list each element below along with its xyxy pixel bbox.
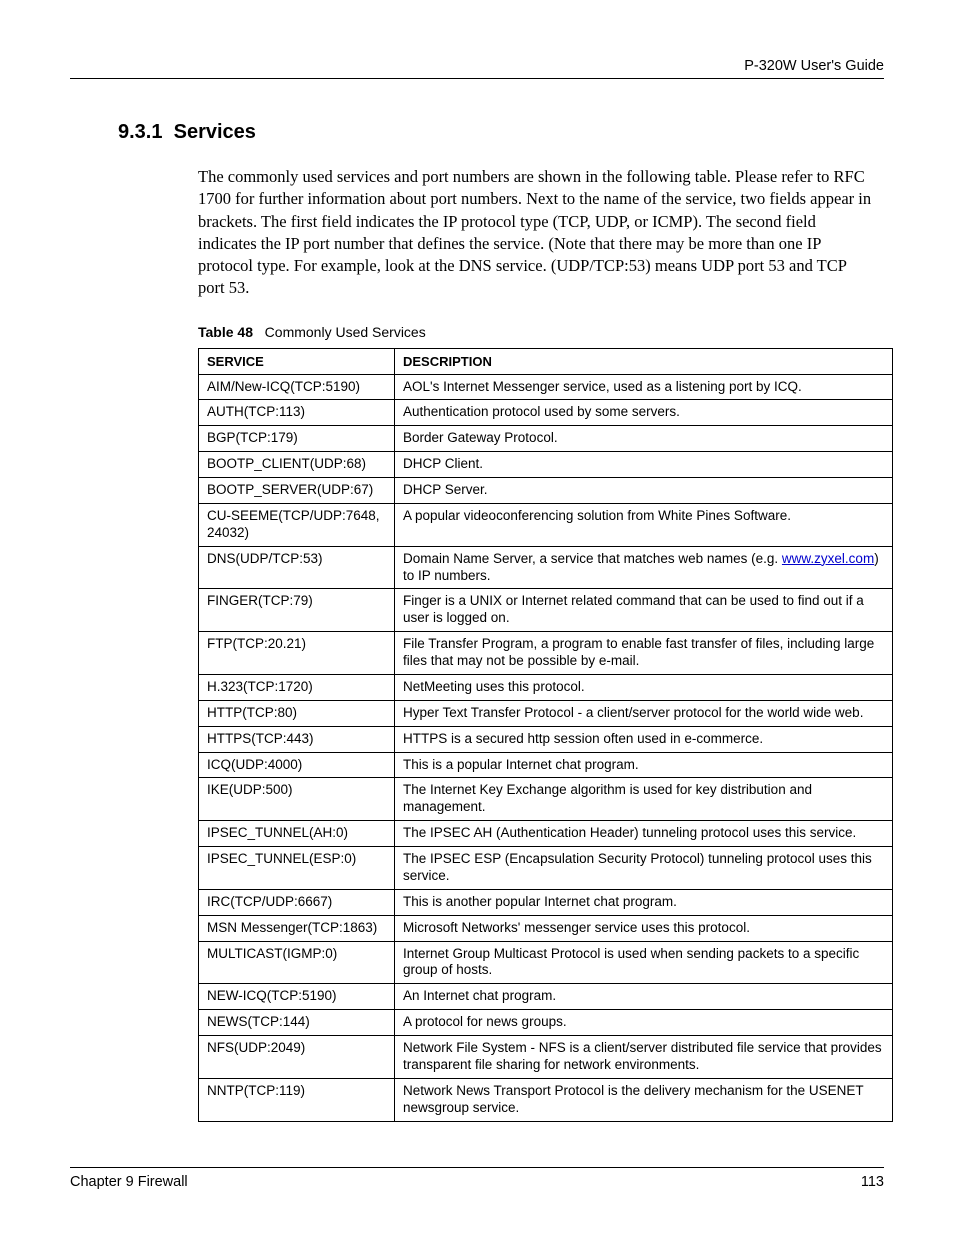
- description-cell: Border Gateway Protocol.: [395, 426, 893, 452]
- description-cell: AOL's Internet Messenger service, used a…: [395, 374, 893, 400]
- table-row: FTP(TCP:20.21)File Transfer Program, a p…: [199, 632, 893, 675]
- description-cell: The IPSEC AH (Authentication Header) tun…: [395, 821, 893, 847]
- table-row: NEWS(TCP:144)A protocol for news groups.: [199, 1010, 893, 1036]
- description-cell: Network News Transport Protocol is the d…: [395, 1078, 893, 1121]
- description-cell: Domain Name Server, a service that match…: [395, 546, 893, 589]
- table-row: NEW-ICQ(TCP:5190)An Internet chat progra…: [199, 984, 893, 1010]
- description-cell: This is another popular Internet chat pr…: [395, 889, 893, 915]
- description-cell: The IPSEC ESP (Encapsulation Security Pr…: [395, 847, 893, 890]
- description-cell: DHCP Server.: [395, 478, 893, 504]
- description-cell: Authentication protocol used by some ser…: [395, 400, 893, 426]
- table-row: BOOTP_SERVER(UDP:67)DHCP Server.: [199, 478, 893, 504]
- table-row: ICQ(UDP:4000)This is a popular Internet …: [199, 752, 893, 778]
- table-row: AIM/New-ICQ(TCP:5190)AOL's Internet Mess…: [199, 374, 893, 400]
- table-header-row: SERVICE DESCRIPTION: [199, 348, 893, 374]
- description-cell: This is a popular Internet chat program.: [395, 752, 893, 778]
- service-cell: IRC(TCP/UDP:6667): [199, 889, 395, 915]
- section-heading: 9.3.1 Services: [118, 121, 884, 144]
- guide-title: P-320W User's Guide: [744, 58, 884, 74]
- description-cell: NetMeeting uses this protocol.: [395, 674, 893, 700]
- service-cell: FINGER(TCP:79): [199, 589, 395, 632]
- table-row: NFS(UDP:2049)Network File System - NFS i…: [199, 1036, 893, 1079]
- intro-paragraph: The commonly used services and port numb…: [198, 166, 874, 300]
- table-row: IPSEC_TUNNEL(ESP:0)The IPSEC ESP (Encaps…: [199, 847, 893, 890]
- page-footer: Chapter 9 Firewall 113: [70, 1167, 884, 1190]
- service-cell: NFS(UDP:2049): [199, 1036, 395, 1079]
- service-cell: MSN Messenger(TCP:1863): [199, 915, 395, 941]
- table-row: DNS(UDP/TCP:53)Domain Name Server, a ser…: [199, 546, 893, 589]
- table-row: IRC(TCP/UDP:6667)This is another popular…: [199, 889, 893, 915]
- description-cell: A popular videoconferencing solution fro…: [395, 503, 893, 546]
- table-row: BOOTP_CLIENT(UDP:68)DHCP Client.: [199, 452, 893, 478]
- page-header: P-320W User's Guide: [70, 58, 884, 79]
- table-row: NNTP(TCP:119)Network News Transport Prot…: [199, 1078, 893, 1121]
- table-row: IKE(UDP:500)The Internet Key Exchange al…: [199, 778, 893, 821]
- table-row: H.323(TCP:1720)NetMeeting uses this prot…: [199, 674, 893, 700]
- description-cell: An Internet chat program.: [395, 984, 893, 1010]
- service-cell: CU-SEEME(TCP/UDP:7648, 24032): [199, 503, 395, 546]
- footer-page-number: 113: [861, 1174, 884, 1190]
- table-row: AUTH(TCP:113)Authentication protocol use…: [199, 400, 893, 426]
- section-number: 9.3.1: [118, 121, 162, 143]
- service-cell: BOOTP_CLIENT(UDP:68): [199, 452, 395, 478]
- service-cell: DNS(UDP/TCP:53): [199, 546, 395, 589]
- table-row: HTTPS(TCP:443)HTTPS is a secured http se…: [199, 726, 893, 752]
- service-cell: IKE(UDP:500): [199, 778, 395, 821]
- service-cell: AUTH(TCP:113): [199, 400, 395, 426]
- table-row: FINGER(TCP:79)Finger is a UNIX or Intern…: [199, 589, 893, 632]
- service-cell: AIM/New-ICQ(TCP:5190): [199, 374, 395, 400]
- table-title: Commonly Used Services: [265, 324, 426, 340]
- description-cell: The Internet Key Exchange algorithm is u…: [395, 778, 893, 821]
- service-cell: ICQ(UDP:4000): [199, 752, 395, 778]
- description-cell: Finger is a UNIX or Internet related com…: [395, 589, 893, 632]
- table-row: MSN Messenger(TCP:1863)Microsoft Network…: [199, 915, 893, 941]
- description-cell: Internet Group Multicast Protocol is use…: [395, 941, 893, 984]
- description-cell: A protocol for news groups.: [395, 1010, 893, 1036]
- table-caption: Table 48 Commonly Used Services: [198, 324, 884, 340]
- service-cell: BGP(TCP:179): [199, 426, 395, 452]
- service-cell: IPSEC_TUNNEL(ESP:0): [199, 847, 395, 890]
- service-cell: NEWS(TCP:144): [199, 1010, 395, 1036]
- service-cell: NNTP(TCP:119): [199, 1078, 395, 1121]
- table-row: MULTICAST(IGMP:0)Internet Group Multicas…: [199, 941, 893, 984]
- footer-chapter: Chapter 9 Firewall: [70, 1174, 188, 1190]
- service-cell: NEW-ICQ(TCP:5190): [199, 984, 395, 1010]
- service-cell: BOOTP_SERVER(UDP:67): [199, 478, 395, 504]
- table-number: Table 48: [198, 324, 253, 340]
- section-title: Services: [174, 121, 256, 143]
- zyxel-link[interactable]: www.zyxel.com: [782, 551, 874, 566]
- service-cell: FTP(TCP:20.21): [199, 632, 395, 675]
- service-cell: H.323(TCP:1720): [199, 674, 395, 700]
- service-cell: MULTICAST(IGMP:0): [199, 941, 395, 984]
- description-cell: Network File System - NFS is a client/se…: [395, 1036, 893, 1079]
- description-cell: Hyper Text Transfer Protocol - a client/…: [395, 700, 893, 726]
- column-header-description: DESCRIPTION: [395, 348, 893, 374]
- table-row: BGP(TCP:179)Border Gateway Protocol.: [199, 426, 893, 452]
- column-header-service: SERVICE: [199, 348, 395, 374]
- service-cell: HTTP(TCP:80): [199, 700, 395, 726]
- services-table: SERVICE DESCRIPTION AIM/New-ICQ(TCP:5190…: [198, 348, 893, 1122]
- table-row: IPSEC_TUNNEL(AH:0)The IPSEC AH (Authenti…: [199, 821, 893, 847]
- table-row: CU-SEEME(TCP/UDP:7648, 24032)A popular v…: [199, 503, 893, 546]
- service-cell: IPSEC_TUNNEL(AH:0): [199, 821, 395, 847]
- description-cell: Microsoft Networks' messenger service us…: [395, 915, 893, 941]
- service-cell: HTTPS(TCP:443): [199, 726, 395, 752]
- description-cell: DHCP Client.: [395, 452, 893, 478]
- table-row: HTTP(TCP:80)Hyper Text Transfer Protocol…: [199, 700, 893, 726]
- description-cell: HTTPS is a secured http session often us…: [395, 726, 893, 752]
- description-cell: File Transfer Program, a program to enab…: [395, 632, 893, 675]
